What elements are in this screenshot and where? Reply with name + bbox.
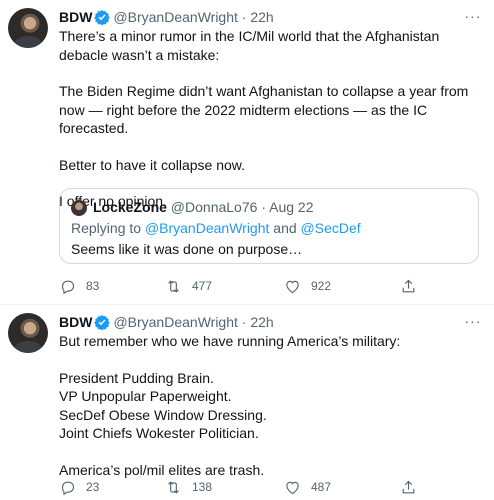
mention-link[interactable]: @SecDef	[301, 220, 361, 236]
tweet-1[interactable]: BDW @BryanDeanWright · 22h ··· There’s a …	[0, 0, 494, 305]
author-avatar[interactable]	[8, 313, 48, 353]
separator-dot: ·	[241, 314, 247, 330]
author-handle[interactable]: @BryanDeanWright	[113, 314, 237, 330]
retweet-arrows-icon	[168, 480, 179, 494]
replying-and: and	[273, 220, 297, 236]
retweet-button[interactable]: 477	[165, 276, 212, 296]
like-count: 922	[311, 279, 332, 293]
separator-dot: ·	[241, 9, 247, 25]
list-line: President Pudding Brain.	[59, 369, 214, 386]
author-name[interactable]: BDW	[59, 314, 92, 330]
list-line: SecDef Obese Window Dressing.	[59, 406, 267, 423]
verified-badge-icon	[94, 9, 111, 29]
list-line: Joint Chiefs Wokester Politician.	[59, 425, 259, 441]
tweet-timestamp[interactable]: 22h	[250, 314, 273, 330]
retweet-arrows-icon	[168, 279, 179, 293]
like-count: 487	[311, 480, 332, 494]
tweet-paragraph: Better to have it collapse now.	[59, 156, 245, 173]
reply-count: 83	[86, 279, 100, 293]
like-button[interactable]: 922	[284, 276, 331, 296]
tweet-body: There’s a minor rumor in the IC/Mil worl…	[59, 27, 479, 211]
retweet-count: 477	[192, 279, 213, 293]
retweet-count: 138	[192, 480, 213, 494]
retweet-button[interactable]: 138	[165, 477, 212, 497]
quoted-author-avatar	[71, 200, 87, 216]
quoted-author-handle: @DonnaLo76	[170, 199, 258, 215]
tweet-body: But remember who we have running America…	[59, 332, 479, 479]
quoted-tweet[interactable]: LockeZone @DonnaLo76 · Aug 22 Replying t…	[59, 188, 479, 264]
tweet-paragraph: There’s a minor rumor in the IC/Mil worl…	[59, 28, 440, 63]
quoted-author-name: LockeZone	[93, 199, 167, 215]
tweet-header: BDW @BryanDeanWright · 22h	[59, 8, 274, 26]
tweet-timestamp[interactable]: 22h	[250, 9, 273, 25]
more-dots-icon[interactable]: ···	[462, 8, 484, 26]
share-button[interactable]	[400, 477, 417, 497]
quoted-tweet-header: LockeZone @DonnaLo76 · Aug 22	[93, 198, 313, 216]
author-handle[interactable]: @BryanDeanWright	[113, 9, 237, 25]
heart-icon	[286, 280, 299, 293]
heart-icon	[286, 481, 299, 494]
like-button[interactable]: 487	[284, 477, 331, 497]
author-name[interactable]: BDW	[59, 9, 92, 25]
quoted-tweet-date: Aug 22	[269, 199, 314, 215]
more-dots-icon[interactable]: ···	[462, 313, 484, 331]
share-upload-icon	[402, 279, 415, 292]
separator-dot: ·	[261, 199, 266, 215]
tweet-paragraph: The Biden Regime didn’t want Afghanistan…	[59, 83, 469, 136]
reply-bubble-icon	[61, 481, 75, 495]
verified-badge-icon	[94, 314, 111, 334]
quoted-tweet-text: Seems like it was done on purpose…	[71, 241, 303, 257]
share-upload-icon	[402, 480, 415, 493]
tweet-paragraph: But remember who we have running America…	[59, 333, 401, 349]
list-line: VP Unpopular Paperweight.	[59, 388, 232, 404]
tweet-2[interactable]: BDW @BryanDeanWright · 22h ··· But rememb…	[0, 305, 494, 500]
replying-prefix: Replying to	[71, 220, 142, 236]
tweet-header: BDW @BryanDeanWright · 22h	[59, 313, 274, 331]
reply-count: 23	[86, 480, 100, 494]
reply-bubble-icon	[61, 280, 75, 294]
author-avatar[interactable]	[8, 8, 48, 48]
share-button[interactable]	[400, 276, 417, 296]
reply-button[interactable]: 23	[59, 477, 99, 497]
replying-to-line: Replying to @BryanDeanWright and @SecDef	[71, 219, 361, 237]
mention-link[interactable]: @BryanDeanWright	[145, 220, 269, 236]
reply-button[interactable]: 83	[59, 276, 99, 296]
